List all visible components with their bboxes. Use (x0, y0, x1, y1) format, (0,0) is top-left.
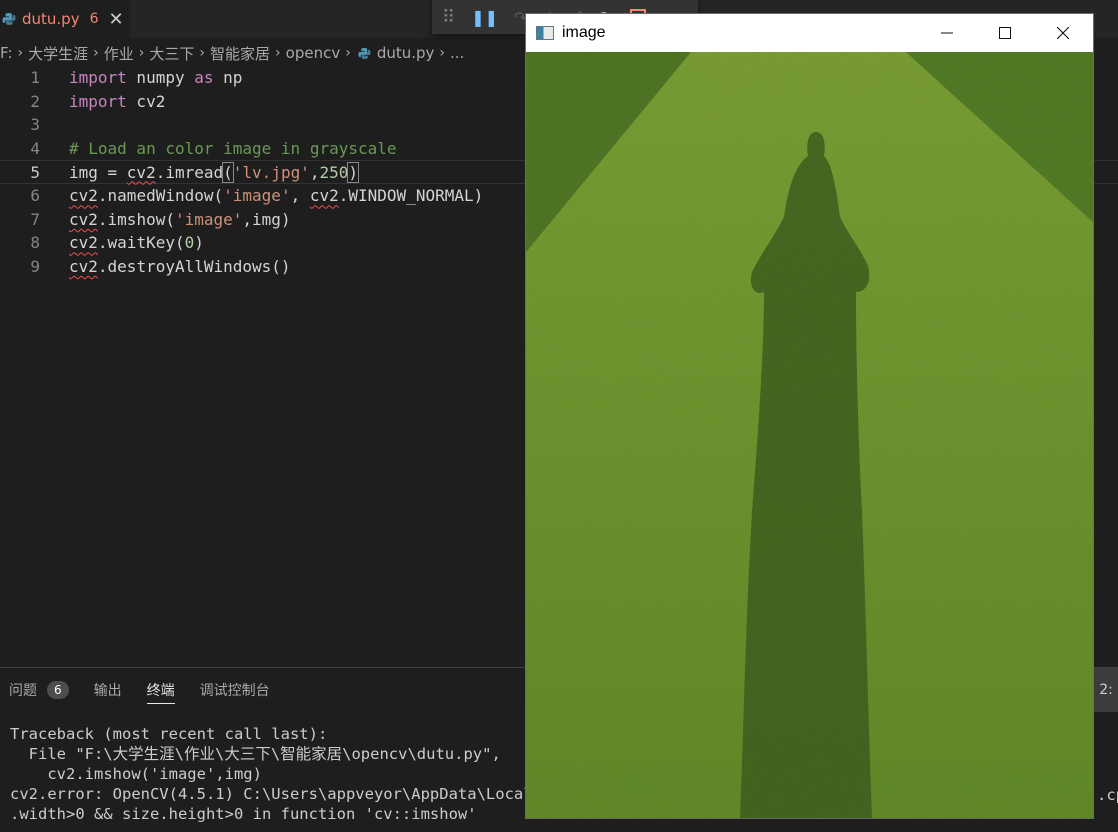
chevron-right-icon: › (138, 45, 145, 61)
code-text: import numpy as np (69, 68, 243, 88)
window-title: image (562, 24, 606, 41)
chevron-right-icon: › (17, 45, 24, 61)
chevron-right-icon: › (345, 45, 351, 61)
breadcrumb-item-drive[interactable]: F: (0, 44, 13, 62)
code-text: img = cv2.imread('lv.jpg',250) (69, 161, 359, 183)
breadcrumb-item[interactable]: 大学生涯 (28, 43, 88, 64)
line-number: 9 (30, 257, 40, 277)
tab-debug-console[interactable]: 调试控制台 (200, 668, 270, 712)
tab-problems-label: 问题 (9, 683, 37, 699)
code-text: cv2.namedWindow('image', cv2.WINDOW_NORM… (69, 186, 484, 206)
breadcrumb-file[interactable]: dutu.py (377, 44, 435, 62)
breadcrumb-item[interactable]: 智能家居 (210, 43, 270, 64)
chevron-right-icon: › (93, 45, 99, 61)
grass-shadow-photo (526, 52, 1093, 818)
line-number: 8 (30, 233, 40, 253)
pause-icon[interactable]: ❚❚ (471, 8, 498, 27)
line-number: 1 (30, 68, 40, 88)
line-number: 3 (30, 115, 40, 135)
line-number: 5 (30, 162, 40, 182)
line-number: 4 (30, 139, 40, 159)
editor-tab-dutu-py[interactable]: dutu.py 6 ✕ (0, 0, 130, 38)
close-icon (1057, 27, 1069, 39)
breadcrumb-item[interactable]: opencv (286, 44, 341, 62)
chevron-right-icon: › (275, 45, 281, 61)
image-canvas[interactable] (526, 52, 1093, 818)
breadcrumb-more[interactable]: ... (450, 44, 464, 62)
opencv-image-window[interactable]: image (525, 13, 1094, 819)
tab-problem-count: 6 (89, 11, 99, 27)
tab-terminal[interactable]: 终端 (146, 668, 175, 712)
breadcrumb-item[interactable]: 作业 (104, 43, 134, 64)
code-text: cv2.destroyAllWindows() (69, 257, 291, 277)
tab-output[interactable]: 输出 (94, 668, 122, 712)
line-number: 7 (30, 209, 40, 229)
drag-grip-icon[interactable]: ⠿ (442, 7, 455, 28)
python-file-icon (358, 47, 371, 59)
terminal-line-tail: .cpp (1097, 786, 1118, 804)
panel-tabs: 问题 6 输出 终端 调试控制台 (0, 668, 286, 712)
maximize-button[interactable] (976, 14, 1034, 52)
code-comment: # Load an color image in grayscale (69, 139, 397, 159)
chevron-right-icon: › (199, 45, 206, 61)
chevron-right-icon: › (439, 45, 446, 61)
python-file-icon (2, 13, 16, 25)
breadcrumb: F: › 大学生涯 › 作业 › 大三下 › 智能家居 › opencv › d… (0, 42, 520, 64)
code-text: cv2.imshow('image',img) (69, 209, 291, 229)
tab-close-icon[interactable]: ✕ (109, 9, 124, 30)
line-number: 6 (30, 186, 40, 206)
line-number: 2 (30, 91, 40, 111)
terminal-selector[interactable]: 2: (1094, 668, 1118, 712)
problems-badge: 6 (47, 681, 69, 699)
minimize-icon (941, 32, 953, 34)
app-icon (536, 26, 554, 40)
code-text: import cv2 (69, 91, 166, 111)
code-text: cv2.waitKey(0) (69, 233, 204, 253)
maximize-icon (999, 27, 1011, 39)
window-titlebar[interactable]: image (526, 14, 1093, 52)
close-button[interactable] (1034, 14, 1092, 52)
tab-filename: dutu.py (22, 10, 80, 28)
code-editor[interactable]: 1 import numpy as np 2 import cv2 3 4 # … (0, 66, 1118, 666)
breadcrumb-item[interactable]: 大三下 (149, 43, 194, 64)
minimize-button[interactable] (918, 14, 976, 52)
tab-problems[interactable]: 问题 6 (9, 668, 69, 712)
